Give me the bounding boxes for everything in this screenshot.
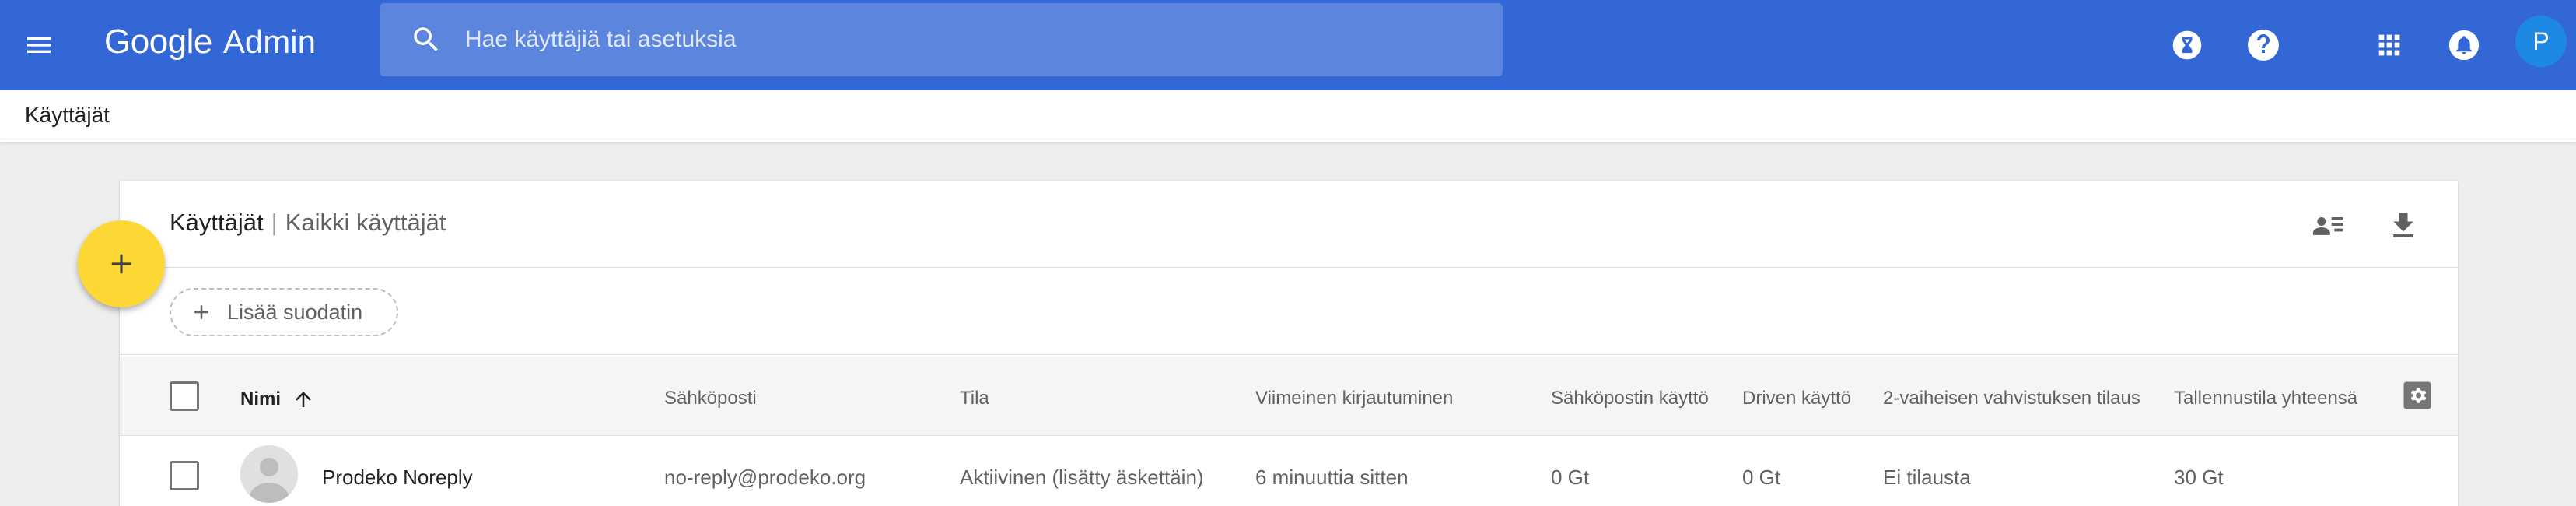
- search-input[interactable]: [465, 26, 1398, 53]
- download-button[interactable]: [2382, 204, 2425, 248]
- column-header-email[interactable]: Sähköposti: [664, 388, 757, 409]
- account-avatar[interactable]: P: [2515, 16, 2567, 67]
- notifications-button[interactable]: [2439, 20, 2489, 70]
- card-title-subtitle: Kaikki käyttäjät: [285, 209, 446, 236]
- apps-grid-icon: [2378, 34, 2400, 56]
- help-button[interactable]: [2238, 20, 2288, 70]
- manage-columns-person-list-icon: [2312, 217, 2343, 235]
- column-header-email-usage[interactable]: Sähköpostin käyttö: [1551, 388, 1709, 409]
- plus-icon: [190, 300, 213, 324]
- hourglass-icon: [2172, 30, 2202, 60]
- search-icon[interactable]: [403, 16, 450, 63]
- column-header-name-label: Nimi: [240, 388, 282, 409]
- search-bar[interactable]: [380, 3, 1503, 76]
- filter-row: [120, 268, 2458, 355]
- column-header-status[interactable]: Tila: [960, 388, 989, 409]
- select-all-checkbox[interactable]: [170, 381, 199, 411]
- column-header-storage-total[interactable]: Tallennustila yhteensä: [2174, 388, 2357, 409]
- tasks-button[interactable]: [2162, 20, 2212, 70]
- cell-two-step: Ei tilausta: [1883, 466, 1971, 489]
- breadcrumb-users[interactable]: Käyttäjät: [25, 103, 110, 128]
- help-icon: [2248, 30, 2279, 61]
- arrow-up-icon: [296, 392, 312, 407]
- card-title: Käyttäjät | Kaikki käyttäjät: [170, 209, 446, 237]
- default-person-icon: [240, 445, 298, 503]
- users-card: Käyttäjät | Kaikki käyttäjät Lisää suodati…: [120, 181, 2458, 506]
- cell-email: no-reply@prodeko.org: [664, 466, 866, 489]
- cell-email-usage: 0 Gt: [1551, 466, 1590, 489]
- gear-icon: [2403, 381, 2431, 409]
- column-header-name[interactable]: Nimi: [240, 388, 315, 411]
- cell-user-name[interactable]: Prodeko Noreply: [322, 466, 473, 490]
- plus-icon: [111, 254, 131, 274]
- apps-button[interactable]: [2364, 20, 2414, 70]
- breadcrumb-bar: Käyttäjät: [0, 90, 2576, 142]
- manage-columns-button[interactable]: [2307, 204, 2350, 248]
- column-header-two-step[interactable]: 2-vaiheisen vahvistuksen tilaus: [1883, 388, 2140, 409]
- add-user-button[interactable]: [78, 220, 165, 307]
- logo-product: Admin: [222, 23, 316, 60]
- add-filter-label: Lisää suodatin: [227, 300, 363, 324]
- table-settings-button[interactable]: [2400, 378, 2434, 413]
- row-checkbox[interactable]: [170, 461, 199, 490]
- cell-storage-total: 30 Gt: [2174, 466, 2224, 489]
- table-row[interactable]: Prodeko Noreply no-reply@prodeko.org Akt…: [120, 437, 2458, 506]
- card-title-separator: |: [271, 209, 278, 236]
- column-header-last-login[interactable]: Viimeinen kirjautuminen: [1255, 388, 1453, 409]
- user-avatar: [240, 445, 298, 503]
- cell-status: Aktiivinen (lisätty äskettäin): [960, 466, 1204, 489]
- logo-brand: Google: [104, 23, 212, 61]
- top-app-bar: Google Admin P: [0, 0, 2576, 90]
- add-filter-button[interactable]: Lisää suodatin: [170, 288, 398, 336]
- notifications-bell-icon: [2448, 30, 2480, 61]
- card-header: Käyttäjät | Kaikki käyttäjät: [120, 181, 2458, 268]
- main-menu-button[interactable]: [16, 22, 62, 69]
- hamburger-menu-icon: [27, 37, 51, 53]
- column-header-drive-usage[interactable]: Driven käyttö: [1742, 388, 1851, 409]
- cell-drive-usage: 0 Gt: [1742, 466, 1781, 489]
- table-header: Nimi Sähköposti Tila Viimeinen kirjautum…: [120, 357, 2458, 436]
- google-admin-logo[interactable]: Google Admin: [104, 19, 316, 65]
- download-icon: [2393, 213, 2413, 237]
- card-title-main: Käyttäjät: [170, 209, 264, 236]
- cell-last-login: 6 minuuttia sitten: [1255, 466, 1409, 489]
